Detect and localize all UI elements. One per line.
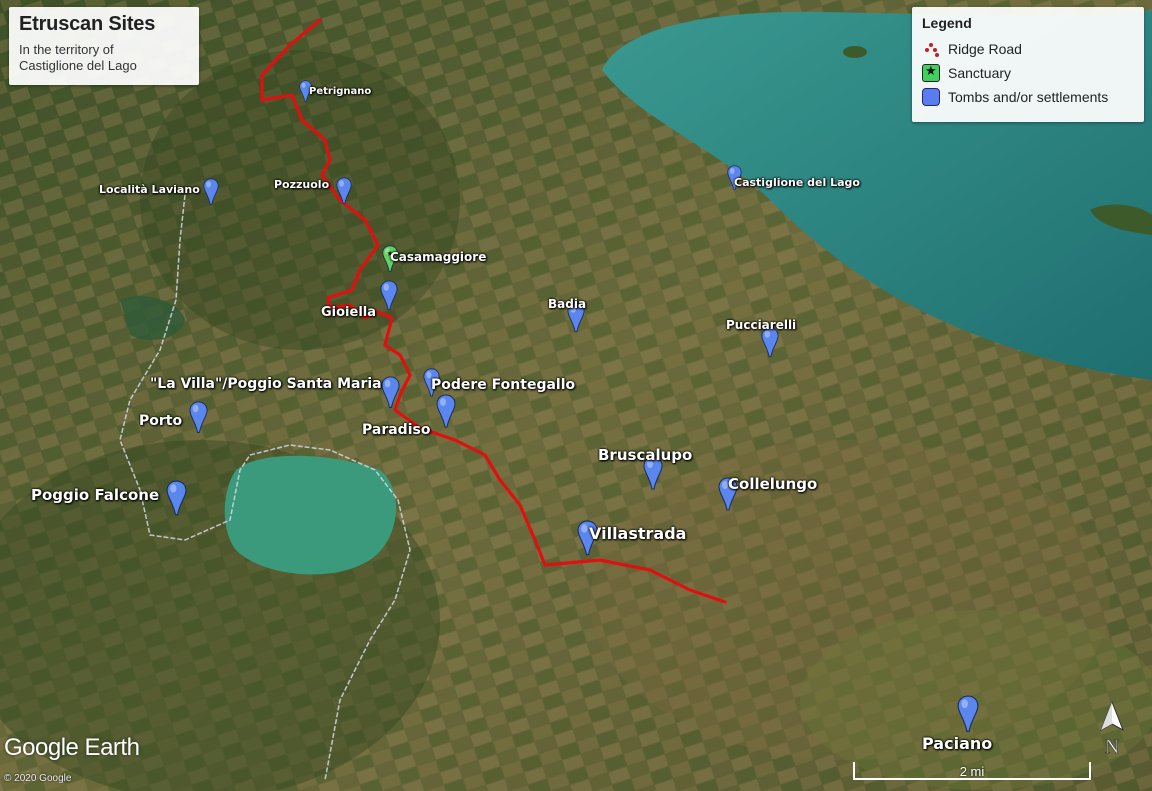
tomb-pin-icon[interactable] (203, 178, 219, 205)
legend-item-tombs: Tombs and/or settlements (922, 85, 1134, 109)
tomb-pin-icon[interactable] (188, 401, 208, 433)
place-label: Petrignano (309, 86, 372, 97)
satellite-map[interactable]: Petrignano Località Laviano Pozzuolo Castig… (0, 0, 1152, 791)
copyright-text: © 2020 Google (4, 773, 72, 784)
tomb-pin-icon[interactable] (380, 376, 400, 408)
north-arrow-icon[interactable]: N (1097, 700, 1127, 758)
green-star-icon (922, 64, 940, 82)
tomb-pin-icon[interactable] (336, 177, 352, 204)
place-label: Paradiso (362, 422, 431, 438)
place-label: Località Laviano (99, 183, 200, 196)
google-earth-logo: Google Earth (4, 734, 140, 761)
tomb-pin-icon[interactable] (166, 480, 187, 516)
place-label: Porto (139, 413, 183, 429)
tomb-pin-icon[interactable] (380, 280, 398, 311)
legend-label: Tombs and/or settlements (948, 89, 1109, 105)
place-label: Pozzuolo (274, 178, 330, 191)
place-label: Casamaggiore (390, 250, 487, 264)
place-label: Poggio Falcone (31, 486, 160, 504)
place-label: Pucciarelli (726, 318, 797, 332)
legend-label: Ridge Road (948, 41, 1022, 57)
place-label: Collelungo (728, 475, 818, 493)
place-label: Castiglione del Lago (734, 176, 860, 189)
legend-heading: Legend (922, 15, 972, 31)
red-dotted-path-icon (922, 40, 940, 58)
tomb-pin-icon[interactable] (436, 394, 456, 428)
place-label: Villastrada (589, 524, 687, 543)
blue-square-icon (922, 88, 940, 106)
place-label: Podere Fontegallo (431, 377, 576, 393)
subtitle-line-2: Castiglione del Lago (19, 58, 137, 73)
place-label: Badia (548, 297, 587, 311)
subtitle-line-1: In the territory of (19, 42, 114, 57)
map-subtitle: In the territory of Castiglione del Lago (19, 42, 189, 74)
tomb-pin-icon[interactable] (957, 695, 979, 732)
place-label: Paciano (922, 734, 993, 753)
scale-label: 2 mi (959, 764, 985, 779)
title-box: Etruscan Sites In the territory of Casti… (9, 7, 199, 85)
legend-label: Sanctuary (948, 65, 1012, 81)
scale-bar: 2 mi (853, 762, 1091, 780)
map-title: Etruscan Sites (19, 13, 156, 35)
legend-item-sanctuary: Sanctuary (922, 61, 1134, 85)
legend-item-ridge-road: Ridge Road (922, 37, 1134, 61)
place-label: Bruscalupo (598, 446, 693, 464)
north-label: N (1105, 736, 1119, 758)
place-label: Gioiella (321, 305, 377, 320)
place-label: "La Villa"/Poggio Santa Maria (150, 376, 382, 392)
legend: Legend Ridge Road Sanctuary Tombs and/or… (912, 7, 1144, 122)
